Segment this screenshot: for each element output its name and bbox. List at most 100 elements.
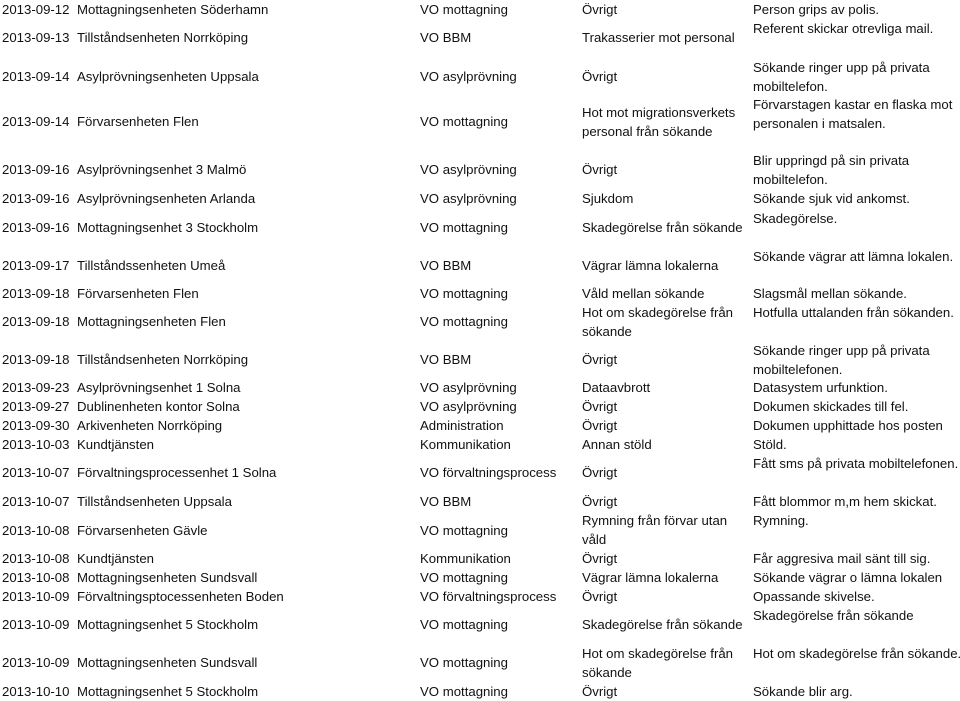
department: VO mottagning (420, 220, 508, 235)
unit-name: Förvaltningsprocessenhet 1 Solna (77, 465, 277, 480)
unit-name: Förvarsenheten Flen (77, 286, 199, 301)
unit-name: Kundtjänsten (77, 437, 154, 452)
incident-description: Sökande ringer upp på privata (753, 60, 930, 75)
incident-date: 2013-09-27 (2, 399, 70, 414)
unit-name: Kundtjänsten (77, 551, 154, 566)
incident-description: Skadegörelse. (753, 211, 838, 226)
incident-date: 2013-09-18 (2, 314, 70, 329)
unit-name: Mottagningsenhet 5 Stockholm (77, 617, 259, 632)
department: VO asylprövning (420, 162, 517, 177)
incident-category: sökande (582, 665, 632, 680)
incident-category: Annan stöld (582, 437, 652, 452)
unit-name: Dublinenheten kontor Solna (77, 399, 240, 414)
incident-description: Slagsmål mellan sökande. (753, 286, 907, 301)
incident-date: 2013-09-18 (2, 286, 70, 301)
unit-name: Tillståndsenheten Norrköping (77, 352, 249, 367)
unit-name: Tillståndsenheten Uppsala (77, 494, 232, 509)
department: VO BBM (420, 30, 472, 45)
unit-name: Asylprövningsenhet 1 Solna (77, 380, 241, 395)
incident-date: 2013-10-07 (2, 465, 70, 480)
department: VO mottagning (420, 286, 508, 301)
incident-description: Får aggresiva mail sänt till sig. (753, 551, 931, 566)
department: VO förvaltningsprocess (420, 465, 557, 480)
department: VO mottagning (420, 523, 508, 538)
department: VO mottagning (420, 2, 508, 17)
unit-name: Förvarsenheten Flen (77, 114, 199, 129)
department: VO mottagning (420, 114, 508, 129)
incident-category: Övrigt (582, 465, 618, 480)
incident-description: Rymning. (753, 513, 809, 528)
incident-category: Sjukdom (582, 191, 634, 206)
incident-description: Opassande skivelse. (753, 589, 875, 604)
incident-description: mobiltelefonen. (753, 362, 843, 377)
incident-date: 2013-09-16 (2, 220, 70, 235)
incident-date: 2013-09-13 (2, 30, 70, 45)
incident-description: Stöld. (753, 437, 787, 452)
department: VO asylprövning (420, 380, 517, 395)
incident-description: Sökande ringer upp på privata (753, 343, 930, 358)
incident-description: Sökande blir arg. (753, 684, 853, 699)
unit-name: Arkivenheten Norrköping (77, 418, 223, 433)
unit-name: Asylprövningsenheten Arlanda (77, 191, 256, 206)
incident-description: Sökande vägrar att lämna lokalen. (753, 249, 954, 264)
unit-name: Mottagningsenheten Sundsvall (77, 570, 258, 585)
incident-category: Övrigt (582, 2, 618, 17)
incident-category: Övrigt (582, 589, 618, 604)
incident-date: 2013-10-09 (2, 655, 70, 670)
unit-name: Förvaltningsptocessenheten Boden (77, 589, 284, 604)
incident-date: 2013-09-14 (2, 69, 70, 84)
incident-description: personalen i matsalen. (753, 116, 886, 131)
incident-category: Skadegörelse från sökande (582, 220, 743, 235)
incident-category: våld (582, 532, 607, 547)
unit-name: Tillståndsenheten Norrköping (77, 30, 249, 45)
department: VO BBM (420, 494, 472, 509)
unit-name: Mottagningsenheten Sundsvall (77, 655, 258, 670)
incident-date: 2013-10-03 (2, 437, 70, 452)
incident-category: Övrigt (582, 69, 618, 84)
department: VO asylprövning (420, 69, 517, 84)
incident-category: Vägrar lämna lokalerna (582, 570, 719, 585)
incident-description: Skadegörelse från sökande (753, 608, 914, 623)
incident-description: Hotfulla uttalanden från sökanden. (753, 305, 954, 320)
incident-category: Övrigt (582, 551, 618, 566)
incident-description: Förvarstagen kastar en flaska mot (753, 97, 953, 112)
department: VO asylprövning (420, 399, 517, 414)
incident-description: Referent skickar otrevliga mail. (753, 21, 934, 36)
unit-name: Tillståndssenheten Umeå (77, 258, 226, 273)
incident-category: Övrigt (582, 399, 618, 414)
unit-name: Asylprövningsenhet 3 Malmö (77, 162, 247, 177)
unit-name: Mottagningsenheten Flen (77, 314, 226, 329)
incident-category: sökande (582, 324, 632, 339)
department: Kommunikation (420, 551, 511, 566)
department: Kommunikation (420, 437, 511, 452)
department: VO asylprövning (420, 191, 517, 206)
incident-description: Sökande sjuk vid ankomst. (753, 191, 910, 206)
incident-description: Dokumen upphittade hos posten (753, 418, 943, 433)
incident-date: 2013-10-08 (2, 551, 70, 566)
incident-category: personal från sökande (582, 124, 713, 139)
incident-date: 2013-09-16 (2, 162, 70, 177)
incident-category: Hot mot migrationsverkets (582, 105, 736, 120)
department: VO mottagning (420, 617, 508, 632)
incident-description: Fått blommor m,m hem skickat. (753, 494, 937, 509)
incident-date: 2013-09-17 (2, 258, 70, 273)
incident-date: 2013-09-12 (2, 2, 70, 17)
department: Administration (420, 418, 504, 433)
department: VO BBM (420, 258, 472, 273)
unit-name: Mottagningsenhet 3 Stockholm (77, 220, 259, 235)
incident-category: Hot om skadegörelse från (582, 646, 733, 661)
incident-description: Fått sms på privata mobiltelefonen. (753, 456, 959, 471)
incident-category: Vägrar lämna lokalerna (582, 258, 719, 273)
department: VO mottagning (420, 655, 508, 670)
unit-name: Förvarsenheten Gävle (77, 523, 208, 538)
incident-category: Dataavbrott (582, 380, 651, 395)
incident-date: 2013-10-09 (2, 589, 70, 604)
incident-description: Dokumen skickades till fel. (753, 399, 909, 414)
incident-date: 2013-10-09 (2, 617, 70, 632)
incident-date: 2013-09-16 (2, 191, 70, 206)
incident-category: Våld mellan sökande (582, 286, 705, 301)
unit-name: Asylprövningsenheten Uppsala (77, 69, 259, 84)
incident-category: Övrigt (582, 162, 618, 177)
incident-description: Datasystem urfunktion. (753, 380, 888, 395)
unit-name: Mottagningsenheten Söderhamn (77, 2, 269, 17)
